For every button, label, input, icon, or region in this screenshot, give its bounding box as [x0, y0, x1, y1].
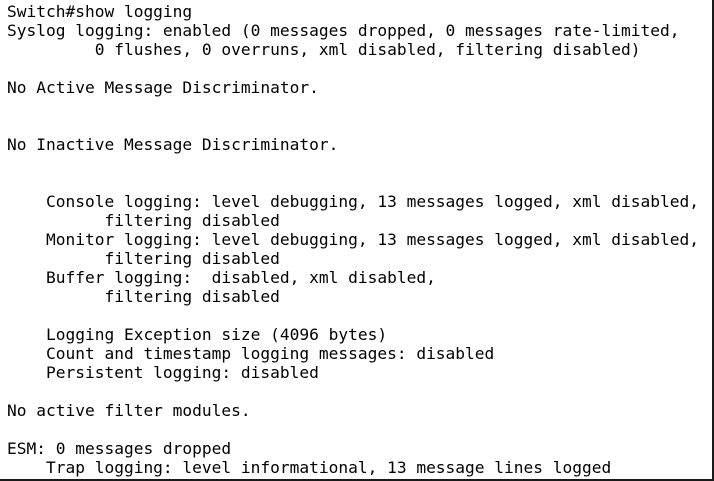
console-logging-continuation: filtering disabled: [7, 211, 280, 230]
buffer-logging-line: Buffer logging: disabled, xml disabled,: [7, 268, 436, 287]
syslog-status-line: Syslog logging: enabled (0 messages drop…: [7, 21, 680, 40]
inactive-discriminator-line: No Inactive Message Discriminator.: [7, 135, 339, 154]
buffer-logging-continuation: filtering disabled: [7, 287, 280, 306]
trap-logging-line: Trap logging: level informational, 13 me…: [7, 458, 612, 477]
active-discriminator-line: No Active Message Discriminator.: [7, 78, 319, 97]
monitor-logging-continuation: filtering disabled: [7, 249, 280, 268]
exception-size-line: Logging Exception size (4096 bytes): [7, 325, 388, 344]
persistent-logging-line: Persistent logging: disabled: [7, 363, 319, 382]
filter-modules-line: No active filter modules.: [7, 401, 251, 420]
monitor-logging-line: Monitor logging: level debugging, 13 mes…: [7, 230, 699, 249]
prompt-command-line: Switch#show logging: [7, 2, 193, 21]
terminal-window[interactable]: Switch#show logging Syslog logging: enab…: [0, 0, 714, 481]
esm-line: ESM: 0 messages dropped: [7, 439, 232, 458]
syslog-status-continuation: 0 flushes, 0 overruns, xml disabled, fil…: [7, 40, 641, 59]
console-logging-line: Console logging: level debugging, 13 mes…: [7, 192, 699, 211]
count-timestamp-line: Count and timestamp logging messages: di…: [7, 344, 495, 363]
